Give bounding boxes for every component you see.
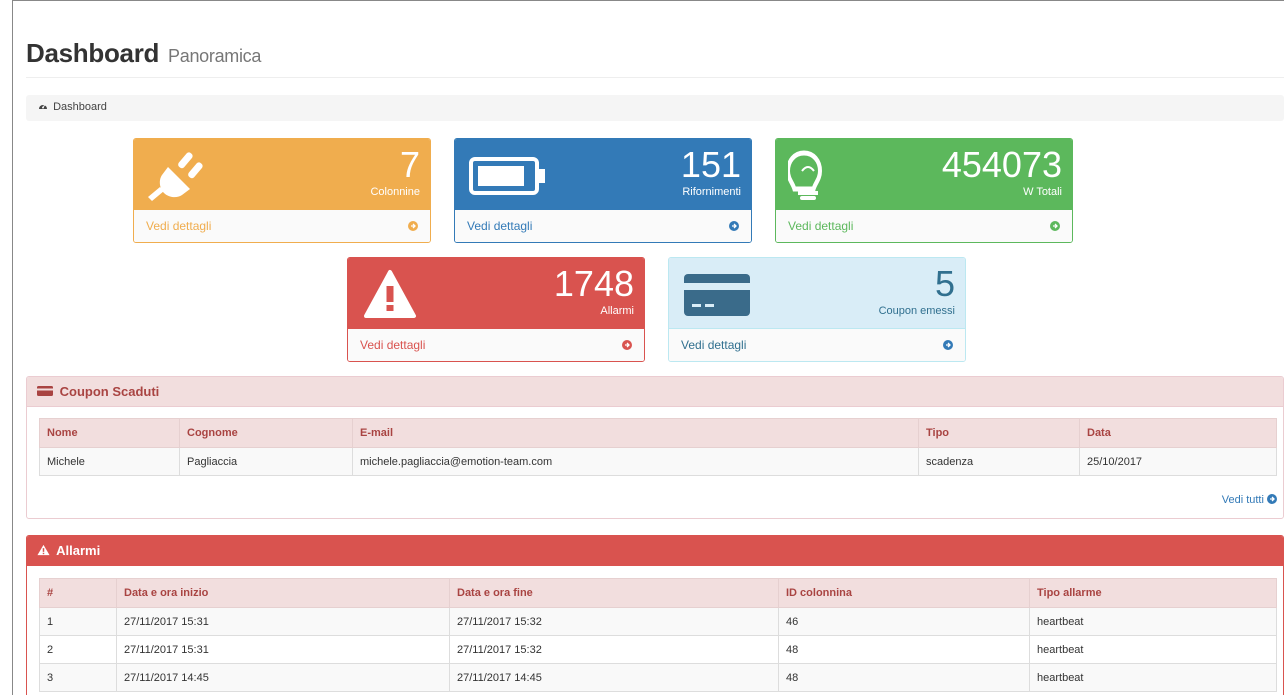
table-cell: heartbeat [1029,663,1277,692]
breadcrumb: Dashboard [26,95,1284,121]
table-cell: 27/11/2017 15:31 [116,607,450,636]
table-cell: 48 [778,635,1030,664]
table-row[interactable]: 3 27/11/2017 14:45 27/11/2017 14:45 48 h… [39,663,1277,692]
page-header: Dashboard Panoramica [26,38,1284,78]
card-link-text[interactable]: Vedi dettagli [146,219,211,233]
table-row[interactable]: 1 27/11/2017 15:31 27/11/2017 15:32 46 h… [39,607,1277,636]
card-label: Coupon emessi [878,305,955,317]
card-details-link[interactable]: Vedi dettagli [134,209,430,242]
column-header[interactable]: E-mail [352,418,919,448]
table-cell: heartbeat [1029,635,1277,664]
card-link-text[interactable]: Vedi dettagli [788,219,853,233]
page-subtitle: Panoramica [168,46,262,66]
credit-card-icon [37,386,53,396]
card-details-link[interactable]: Vedi dettagli [348,328,644,361]
card-details-link[interactable]: Vedi dettagli [669,328,965,361]
breadcrumb-item-dashboard[interactable]: Dashboard [53,101,107,113]
card-link-text[interactable]: Vedi dettagli [360,338,425,352]
card-label: Allarmi [600,305,634,317]
table-cell: michele.pagliaccia@emotion-team.com [352,447,919,476]
card-value: 454073 [941,144,1062,185]
circle-arrow-right-icon[interactable] [408,221,418,231]
column-header[interactable]: Data [1079,418,1277,448]
card-w-totali: 454073 W Totali Vedi dettagli [775,138,1073,243]
card-rifornimenti: 151 Rifornimenti Vedi dettagli [454,138,752,243]
column-header[interactable]: Tipo [918,418,1080,448]
plug-icon [148,152,203,201]
table-cell: heartbeat [1029,607,1277,636]
column-header[interactable]: Nome [39,418,180,448]
page-title-text: Dashboard [26,38,160,68]
card-label: W Totali [1023,186,1062,198]
card-value: 151 [680,144,741,185]
table-header-row: Nome Cognome E-mail Tipo Data [39,418,1277,448]
column-header[interactable]: Cognome [179,418,353,448]
circle-arrow-right-icon[interactable] [943,340,953,350]
column-header[interactable]: ID colonnina [778,578,1030,608]
card-link-text[interactable]: Vedi dettagli [467,219,532,233]
column-header[interactable]: Tipo allarme [1029,578,1277,608]
window-border-left [12,0,13,695]
window-border-top [12,0,1284,1]
card-colonnine: 7 Colonnine Vedi dettagli [133,138,431,243]
table-cell: 3 [39,663,117,692]
card-allarmi: 1748 Allarmi Vedi dettagli [347,257,645,362]
card-value: 7 [399,144,420,185]
page-title: Dashboard Panoramica [26,38,261,69]
table-cell: 27/11/2017 14:45 [449,663,779,692]
coupon-table: Nome Cognome E-mail Tipo Data Michele Pa… [39,418,1277,476]
card-link-text[interactable]: Vedi dettagli [681,338,746,352]
coupon-scaduti-panel: Coupon Scaduti Nome Cognome E-mail Tipo … [26,376,1284,519]
table-cell: Pagliaccia [179,447,353,476]
table-cell: 27/11/2017 15:32 [449,635,779,664]
table-header-row: # Data e ora inizio Data e ora fine ID c… [39,578,1277,608]
table-cell: 1 [39,607,117,636]
view-all-link[interactable]: Vedi tutti [1222,494,1277,506]
battery-icon [469,157,545,195]
table-cell: scadenza [918,447,1080,476]
card-details-link[interactable]: Vedi dettagli [455,209,751,242]
card-coupon-emessi: 5 Coupon emessi Vedi dettagli [668,257,966,362]
circle-arrow-right-icon[interactable] [1050,221,1060,231]
circle-arrow-right-icon[interactable] [729,221,739,231]
warning-icon [37,544,50,556]
panel-title: Coupon Scaduti [59,384,160,399]
table-row[interactable]: 2 27/11/2017 15:31 27/11/2017 15:32 48 h… [39,635,1277,664]
table-cell: 27/11/2017 14:45 [116,663,450,692]
table-cell: Michele [39,447,180,476]
dashboard-icon [39,104,47,109]
card-details-link[interactable]: Vedi dettagli [776,209,1072,242]
table-cell: 48 [778,663,1030,692]
allarmi-panel: Allarmi # Data e ora inizio Data e ora f… [26,535,1284,695]
card-value: 1748 [553,263,634,304]
card-value: 5 [934,263,955,304]
table-cell: 27/11/2017 15:32 [449,607,779,636]
column-header[interactable]: Data e ora fine [449,578,779,608]
panel-title: Allarmi [56,543,101,558]
credit-card-icon [684,274,750,316]
circle-arrow-right-icon[interactable] [1267,494,1277,504]
column-header[interactable]: Data e ora inizio [116,578,450,608]
table-cell: 46 [778,607,1030,636]
column-header[interactable]: # [39,578,117,608]
alarm-table: # Data e ora inizio Data e ora fine ID c… [39,578,1277,692]
card-label: Colonnine [370,186,420,198]
circle-arrow-right-icon[interactable] [622,340,632,350]
table-cell: 25/10/2017 [1079,447,1277,476]
table-row[interactable]: Michele Pagliaccia michele.pagliaccia@em… [39,447,1277,476]
table-cell: 27/11/2017 15:31 [116,635,450,664]
view-all-label[interactable]: Vedi tutti [1222,494,1264,506]
table-cell: 2 [39,635,117,664]
warning-icon [364,270,416,318]
lightbulb-icon [788,150,823,200]
panel-heading: Coupon Scaduti [27,377,1283,407]
panel-heading: Allarmi [27,536,1283,566]
card-label: Rifornimenti [682,186,741,198]
